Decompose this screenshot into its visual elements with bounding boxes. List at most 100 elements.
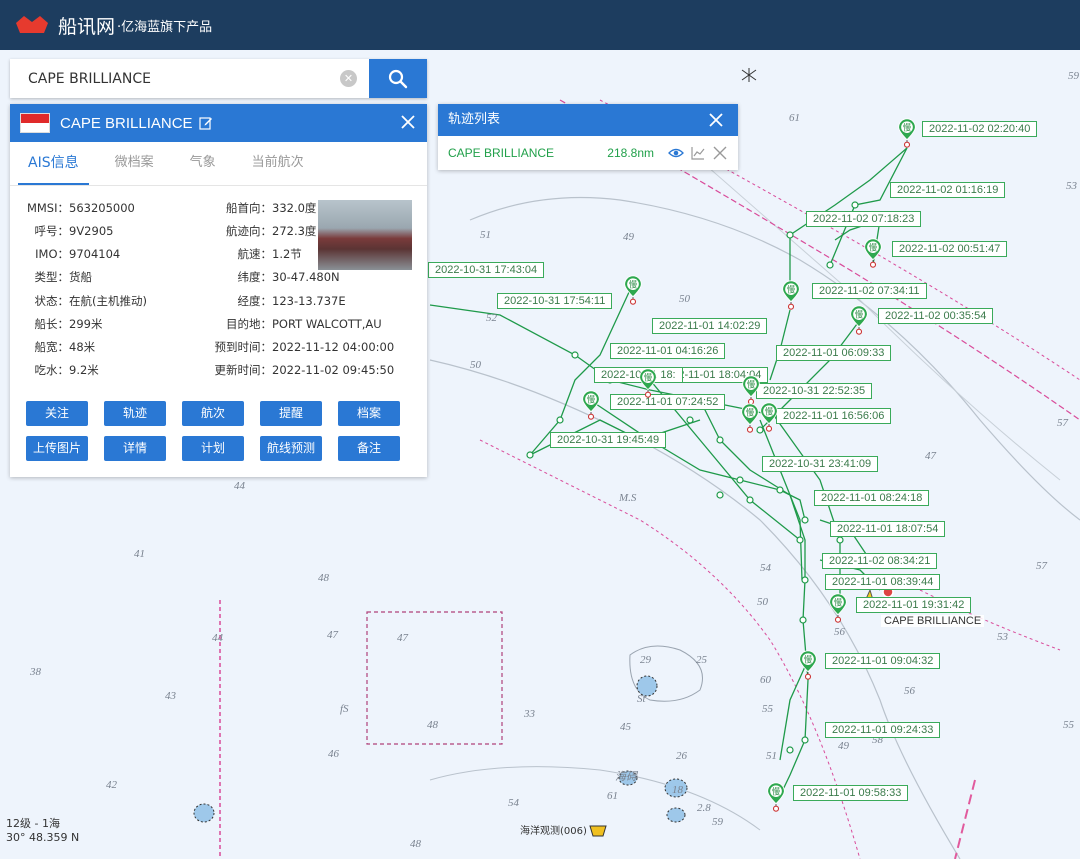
ais-field-value: 48米 bbox=[69, 340, 96, 354]
ais-field-value: 9V2905 bbox=[69, 224, 114, 238]
ais-field: 航迹向：272.3度 bbox=[200, 223, 316, 239]
ais-field: 吃水：9.2米 bbox=[22, 362, 99, 378]
track-time-label[interactable]: 2022-11-02 07:18:23 bbox=[806, 211, 922, 227]
slow-speed-marker[interactable]: 慢 bbox=[896, 118, 918, 148]
edit-icon[interactable] bbox=[198, 116, 213, 130]
tab-current-voyage[interactable]: 当前航次 bbox=[242, 142, 314, 185]
search-icon bbox=[388, 69, 408, 88]
svg-text:慢: 慢 bbox=[644, 373, 653, 383]
ais-field-key: 状态： bbox=[34, 294, 70, 308]
close-icon[interactable] bbox=[708, 112, 724, 128]
tab-ais-info[interactable]: AIS信息 bbox=[18, 142, 89, 185]
track-time-label[interactable]: 2022-11-02 01:16:19 bbox=[890, 182, 1006, 198]
track-list-panel: 轨迹列表 CAPE BRILLIANCE 218.8nm bbox=[438, 104, 738, 170]
track-time-label[interactable]: 2022-11-02 07:34:11 bbox=[812, 283, 927, 299]
track-time-label[interactable]: 2022-11-01 08:39:44 bbox=[825, 574, 941, 590]
voyage-button[interactable]: 航次 bbox=[182, 401, 244, 426]
singapore-flag-icon bbox=[20, 113, 50, 133]
track-time-label[interactable]: 2022-11-01 18:07:54 bbox=[830, 521, 946, 537]
depth-label: 54 bbox=[508, 797, 519, 809]
track-time-label[interactable]: 2022-11-01 19:31:42 bbox=[856, 597, 972, 613]
track-ship-name[interactable]: CAPE BRILLIANCE bbox=[448, 146, 607, 160]
search-input[interactable] bbox=[10, 59, 369, 98]
close-icon[interactable] bbox=[399, 113, 417, 131]
route-predict-button[interactable]: 航线预测 bbox=[260, 436, 322, 461]
ais-field-value: 299米 bbox=[69, 317, 103, 331]
ais-field-value: 9.2米 bbox=[69, 363, 99, 377]
depth-label: M.S bbox=[619, 492, 637, 504]
search-button[interactable] bbox=[369, 59, 427, 98]
track-button[interactable]: 轨迹 bbox=[104, 401, 166, 426]
slow-speed-marker[interactable]: 慢 bbox=[862, 238, 884, 268]
depth-label: 50 bbox=[470, 359, 481, 371]
svg-text:慢: 慢 bbox=[834, 598, 843, 608]
track-time-label[interactable]: 2022-10-31 17:54:11 bbox=[497, 293, 613, 309]
slow-speed-marker[interactable]: 慢 bbox=[622, 275, 644, 305]
track-time-label[interactable]: 2022-11-02 08:34:21 bbox=[822, 553, 938, 569]
details-button[interactable]: 详情 bbox=[104, 436, 166, 461]
depth-label: 49 bbox=[838, 740, 849, 752]
depth-label: 55 bbox=[1063, 719, 1074, 731]
upload-photo-button[interactable]: 上传图片 bbox=[26, 436, 88, 461]
slow-speed-marker[interactable]: 慢 bbox=[780, 280, 802, 310]
track-time-label[interactable]: 2022-11-01 14:02:29 bbox=[652, 318, 768, 334]
track-time-label[interactable]: 2022-11-01 16:56:06 bbox=[776, 408, 892, 424]
remind-button[interactable]: 提醒 bbox=[260, 401, 322, 426]
track-time-label[interactable]: 2022-11-01 09:04:32 bbox=[825, 653, 941, 669]
slow-speed-marker[interactable]: 慢 bbox=[827, 593, 849, 623]
ais-field-key: 航迹向： bbox=[226, 224, 272, 238]
chart-line-icon[interactable] bbox=[690, 145, 706, 161]
ship-panel-header: CAPE BRILLIANCE bbox=[10, 104, 427, 142]
depth-label: fS bbox=[340, 703, 349, 715]
plan-button[interactable]: 计划 bbox=[182, 436, 244, 461]
note-button[interactable]: 备注 bbox=[338, 436, 400, 461]
slow-speed-marker[interactable]: 慢 bbox=[637, 368, 659, 398]
brand-logo[interactable]: 船讯网 ·亿海蓝旗下产品 bbox=[12, 12, 212, 39]
track-time-label[interactable]: 2022-11-01 08:24:18 bbox=[814, 490, 930, 506]
track-time-label[interactable]: 2022-11-01 06:09:33 bbox=[776, 345, 892, 361]
track-time-label[interactable]: 2022-11-02 00:51:47 bbox=[892, 241, 1008, 257]
ocean-observation-label[interactable]: 海洋观测(006) bbox=[520, 822, 587, 837]
depth-label: 48 bbox=[410, 838, 421, 850]
track-time-label[interactable]: 2022-11-02 00:35:54 bbox=[878, 308, 994, 324]
track-time-label[interactable]: 2022-10-31 17:43:04 bbox=[428, 262, 545, 278]
track-time-label[interactable]: 2022-11-01 07:24:52 bbox=[610, 394, 726, 410]
depth-label: 46 bbox=[328, 748, 339, 760]
track-time-label[interactable]: 2022-10-31 22:52:35 bbox=[756, 383, 873, 399]
ais-field-value: 在航(主机推动) bbox=[69, 294, 147, 308]
ais-field-value: 272.3度 bbox=[272, 224, 317, 238]
depth-label: 44 bbox=[234, 480, 245, 492]
svg-text:慢: 慢 bbox=[747, 380, 756, 390]
clear-icon[interactable]: ✕ bbox=[340, 70, 357, 87]
track-time-label[interactable]: 2022-11-01 04:16:26 bbox=[610, 343, 726, 359]
archive-button[interactable]: 档案 bbox=[338, 401, 400, 426]
slow-speed-marker[interactable]: 慢 bbox=[765, 782, 787, 812]
chart-note: 18 bbox=[672, 784, 683, 796]
depth-label: 59 bbox=[712, 816, 723, 828]
ship-info-panel: CAPE BRILLIANCE AIS信息 微档案 气象 当前航次 MMSI：5… bbox=[10, 104, 427, 477]
track-time-label[interactable]: 2022-10-31 19:45:49 bbox=[550, 432, 667, 448]
slow-speed-marker[interactable]: 慢 bbox=[758, 402, 780, 432]
remove-icon[interactable] bbox=[712, 145, 728, 161]
slow-speed-marker[interactable]: 慢 bbox=[848, 305, 870, 335]
ais-field: 船首向：332.0度 bbox=[200, 200, 316, 216]
depth-label: 47 bbox=[925, 450, 936, 462]
tab-weather[interactable]: 气象 bbox=[180, 142, 226, 185]
slow-speed-marker[interactable]: 慢 bbox=[580, 390, 602, 420]
track-time-label[interactable]: 2022-10-31 23:41:09 bbox=[762, 456, 879, 472]
slow-speed-marker[interactable]: 慢 bbox=[740, 375, 762, 405]
eye-icon[interactable] bbox=[668, 145, 684, 161]
tab-micro-archive[interactable]: 微档案 bbox=[105, 142, 164, 185]
depth-label: 50 bbox=[757, 596, 768, 608]
track-time-label[interactable]: 2022-11-02 02:20:40 bbox=[922, 121, 1038, 137]
ship-name-label[interactable]: CAPE BRILLIANCE bbox=[881, 615, 985, 627]
track-list-item[interactable]: CAPE BRILLIANCE 218.8nm bbox=[438, 136, 738, 170]
ais-field-key: 船宽： bbox=[34, 340, 70, 354]
ais-field-value: 563205000 bbox=[69, 201, 135, 215]
track-time-label[interactable]: 2022-11-01 09:58:33 bbox=[793, 785, 909, 801]
track-time-label[interactable]: 2022-11-01 09:24:33 bbox=[825, 722, 941, 738]
follow-button[interactable]: 关注 bbox=[26, 401, 88, 426]
slow-speed-marker[interactable]: 慢 bbox=[797, 650, 819, 680]
depth-label: 54 bbox=[760, 562, 771, 574]
ship-photo[interactable] bbox=[318, 200, 412, 270]
